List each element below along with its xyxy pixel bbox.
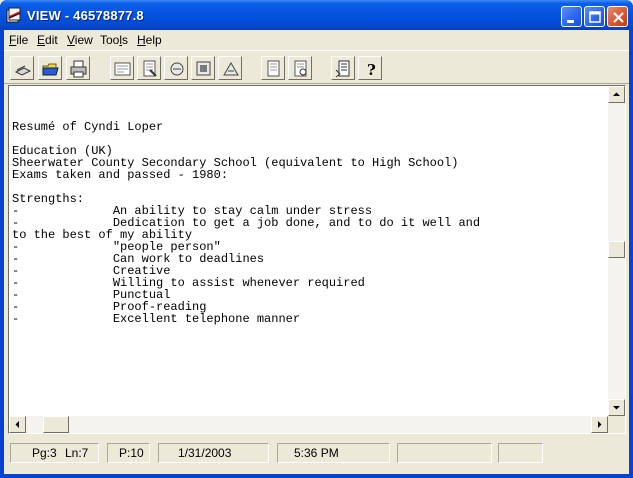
page-next-button[interactable] [288,56,312,80]
menu-help[interactable]: Help [137,33,162,47]
scroll-corner [608,416,625,433]
help-button[interactable]: ? [358,56,382,80]
status-page: Pg:3 [32,446,57,460]
vertical-scrollbar[interactable] [608,86,625,416]
client-area: File Edit View Tools Help ? Resumé of Cy… [4,30,629,474]
arrow-down-icon [613,406,620,410]
print-button[interactable] [66,56,90,80]
status-bar: Pg:3 Ln:7 P:10 1/31/2003 5:36 PM [4,440,629,466]
doc-info-button[interactable] [331,56,355,80]
maximize-button[interactable] [584,6,605,27]
scroll-left-button[interactable] [9,416,26,433]
view-e-button[interactable] [218,56,242,80]
folder-button[interactable] [38,56,62,80]
view-a-button[interactable] [110,56,134,80]
window-bottom-border [0,474,633,478]
status-panel-5 [397,443,492,463]
menu-tools[interactable]: Tools [100,33,128,47]
title-bar[interactable]: VIEW - 46578877.8 [0,0,633,30]
menu-edit-accel: E [37,33,46,47]
close-button[interactable] [607,6,628,27]
arrow-left-icon [15,421,19,428]
folder-icon [42,63,59,76]
scroll-down-button[interactable] [608,399,625,416]
menu-bar: File Edit View Tools Help [4,30,629,50]
menu-file[interactable]: File [9,33,28,47]
menu-help-rest: elp [145,33,162,47]
svg-text:?: ? [367,61,376,78]
menu-view-rest: iew [74,33,93,47]
status-paragraph: P:10 [119,446,144,460]
close-icon [613,12,624,23]
status-date-panel: 1/31/2003 [158,443,269,463]
view-e-icon [223,62,239,76]
vertical-scroll-thumb[interactable] [608,241,625,258]
open-icon [14,65,32,76]
app-window: VIEW - 46578877.8 File Edit View Tools H… [0,0,633,478]
document-line: - Excellent telephone manner [12,312,301,326]
help-icon: ? [367,61,376,78]
status-panel-6 [498,443,543,463]
arrow-right-icon [598,421,602,428]
page-prev-icon [267,60,280,77]
status-paragraph-panel: P:10 [107,443,150,463]
view-b-button[interactable] [137,56,161,80]
document-line: Exams taken and passed - 1980: [12,168,229,182]
status-time-panel: 5:36 PM [277,443,390,463]
document-text: Resumé of Cyndi Loper Education (UK) She… [12,121,480,325]
menu-file-rest: ile [16,33,29,47]
view-c-button[interactable] [164,56,188,80]
page-next-icon [294,60,307,77]
menu-tools-pre: Too [100,33,120,47]
menu-edit[interactable]: Edit [37,33,58,47]
open-button[interactable] [10,56,34,80]
minimize-icon [567,20,574,23]
page-prev-button[interactable] [261,56,285,80]
minimize-button[interactable] [561,6,582,27]
horizontal-scrollbar[interactable] [9,416,608,433]
app-icon[interactable] [6,7,22,23]
menu-edit-rest: dit [45,33,58,47]
view-d-button[interactable] [191,56,215,80]
doc-info-icon [335,60,350,78]
maximize-icon [589,11,601,23]
scroll-up-button[interactable] [608,86,625,103]
view-c-icon [170,62,184,76]
arrow-up-icon [613,92,620,96]
view-a-icon [114,62,131,76]
menu-view-accel: V [67,33,75,47]
status-time: 5:36 PM [294,446,339,460]
status-position: Pg:3 Ln:7 [10,443,99,463]
menu-tools-rest: s [122,33,129,47]
menu-help-accel: H [137,33,146,47]
window-title: VIEW - 46578877.8 [27,8,144,23]
toolbar: ? [4,50,629,84]
status-date: 1/31/2003 [178,446,232,460]
document-viewer[interactable]: Resumé of Cyndi Loper Education (UK) She… [8,85,626,434]
scroll-right-button[interactable] [591,416,608,433]
view-d-icon [196,61,211,76]
status-line: Ln:7 [65,446,89,460]
horizontal-scroll-thumb[interactable] [43,416,69,433]
menu-view[interactable]: View [67,33,93,47]
document-line: Resumé of Cyndi Loper [12,120,164,134]
view-b-icon [143,60,157,77]
print-icon [70,60,87,78]
